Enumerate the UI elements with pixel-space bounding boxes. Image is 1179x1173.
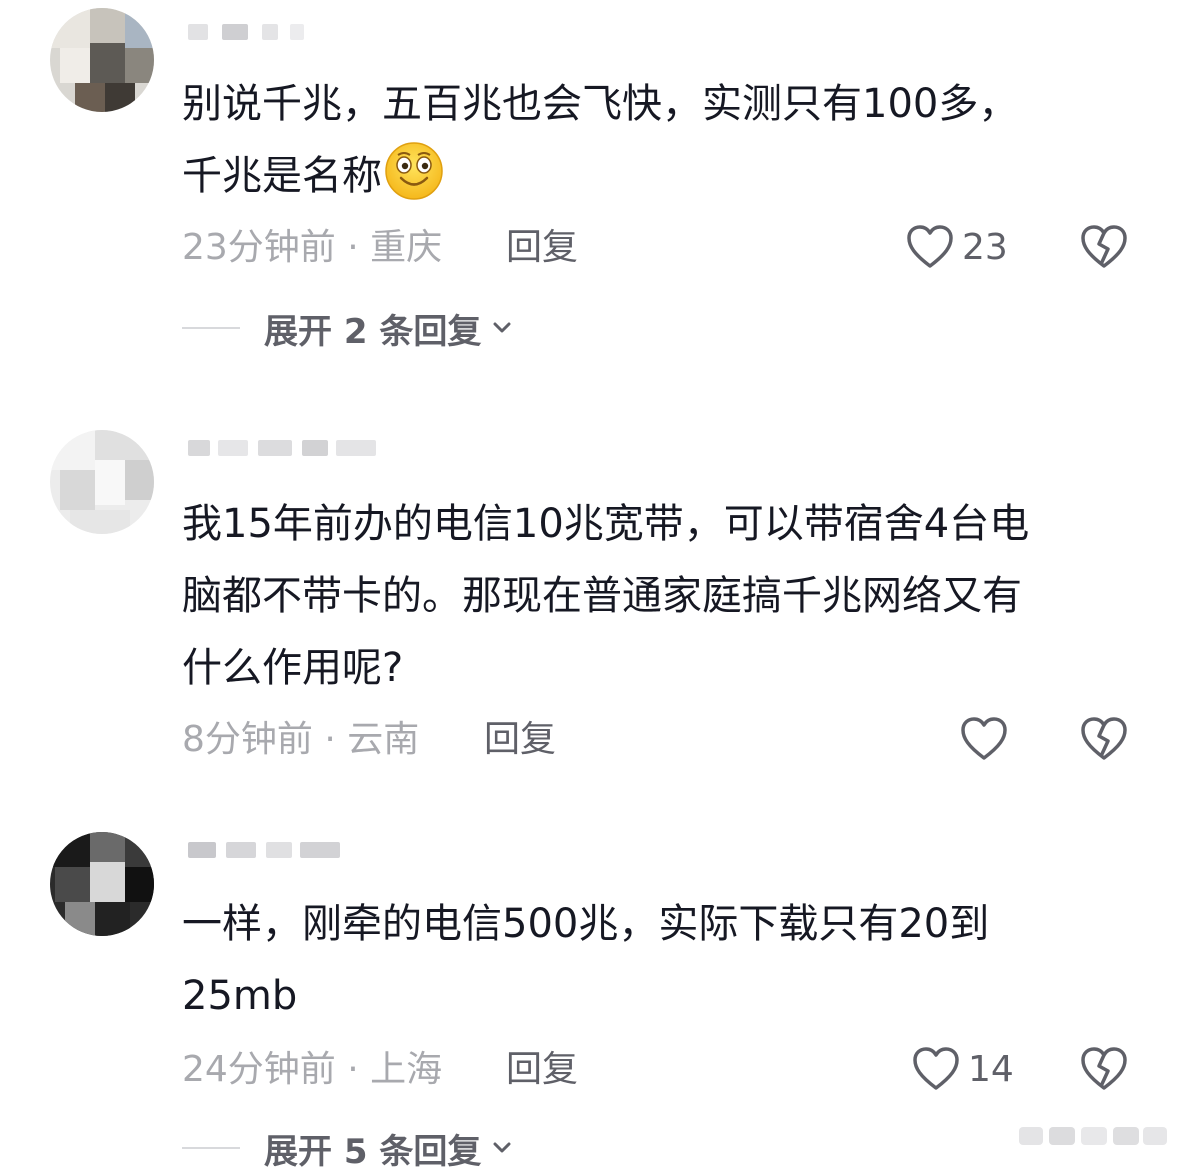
expand-replies-button[interactable]: 展开 2 条回复: [182, 306, 515, 352]
comment-text: 我15年前办的电信10兆宽带，可以带宿舍4台电 脑都不带卡的。那现在普通家庭搞千…: [182, 488, 1122, 704]
reply-button[interactable]: 回复: [484, 718, 556, 762]
expand-replies-label: 展开 5 条回复: [264, 1131, 482, 1172]
username-blurred[interactable]: [182, 838, 382, 864]
comment-text-line: 什么作用呢?: [182, 645, 404, 691]
like-button[interactable]: 14: [912, 1044, 1014, 1094]
like-count: 14: [968, 1048, 1014, 1090]
username-blurred[interactable]: [182, 436, 382, 462]
comment-time-location: 24分钟前 · 上海: [182, 1049, 443, 1090]
avatar[interactable]: [50, 832, 154, 936]
comment-time-location: 8分钟前 · 云南: [182, 719, 420, 760]
grin-face-icon: [385, 142, 443, 200]
like-button[interactable]: [960, 714, 1008, 764]
chevron-down-icon: [493, 322, 511, 333]
username-blurred[interactable]: [182, 20, 382, 46]
comment-text: 一样，刚牵的电信500兆，实际下载只有20到 25mb: [182, 888, 1122, 1032]
comment-text-line: 千兆是名称: [182, 140, 1122, 212]
avatar[interactable]: [50, 8, 154, 112]
heart-outline-icon: [961, 717, 1007, 760]
broken-heart-icon[interactable]: [1080, 716, 1128, 762]
expand-replies-label: 展开 2 条回复: [264, 311, 482, 352]
comment-text: 别说千兆，五百兆也会飞快，实测只有100多， 千兆是名称: [182, 68, 1122, 212]
expand-replies-button[interactable]: 展开 5 条回复: [182, 1126, 515, 1172]
comment-text-line: 25mb: [182, 973, 298, 1019]
watermark-blurred: [1019, 1127, 1167, 1145]
divider: [182, 327, 240, 329]
reply-button[interactable]: 回复: [506, 1048, 578, 1092]
broken-heart-icon[interactable]: [1080, 1046, 1128, 1092]
comment-text-line: 一样，刚牵的电信500兆，实际下载只有20到: [182, 901, 990, 947]
heart-outline-icon: [913, 1047, 959, 1090]
reply-button[interactable]: 回复: [506, 226, 578, 270]
heart-outline-icon: [907, 225, 953, 268]
divider: [182, 1147, 240, 1149]
comment-text-line: 脑都不带卡的。那现在普通家庭搞千兆网络又有: [182, 573, 1022, 619]
comment-time-location: 23分钟前 · 重庆: [182, 227, 443, 268]
avatar[interactable]: [50, 430, 154, 534]
like-button[interactable]: 23: [906, 222, 1008, 272]
chevron-down-icon: [493, 1142, 511, 1153]
like-count: 23: [962, 226, 1008, 268]
broken-heart-icon[interactable]: [1080, 224, 1128, 270]
comment-text-line: 我15年前办的电信10兆宽带，可以带宿舍4台电: [182, 501, 1030, 547]
comment-text-line: 别说千兆，五百兆也会飞快，实测只有100多，: [182, 81, 1019, 127]
